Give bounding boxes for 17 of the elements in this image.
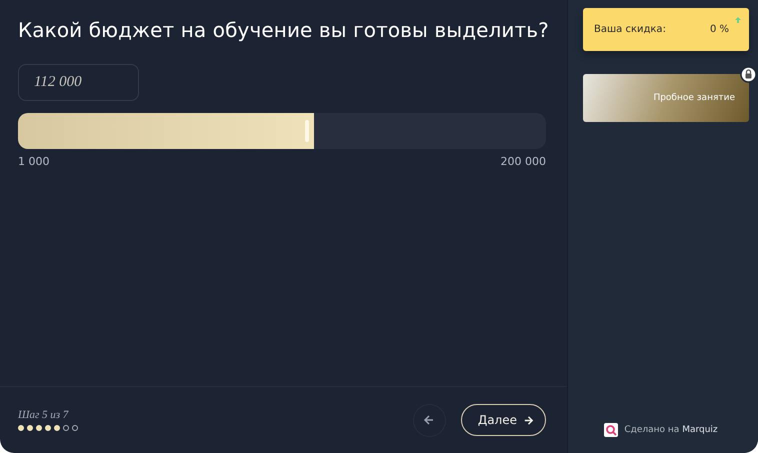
magnifier-logo-icon [604, 423, 618, 437]
slider-max-label: 200 000 [500, 155, 546, 168]
discount-label: Ваша скидка: [594, 24, 666, 35]
discount-value: 0 % [710, 24, 729, 35]
arrow-right-icon [523, 414, 534, 426]
bonus-label: Пробное занятие [653, 93, 735, 103]
next-button[interactable]: Далее [460, 404, 546, 436]
question-title: Какой бюджет на обучение вы готовы выделить? [18, 18, 549, 42]
budget-slider-fill[interactable] [18, 113, 314, 149]
budget-slider-track[interactable] [18, 113, 546, 149]
back-button[interactable] [412, 404, 446, 436]
arrow-left-icon [423, 414, 436, 426]
step-counter: Шаг 5 из 7 [18, 409, 70, 421]
made-with-text: Сделано на Marquiz [624, 425, 718, 435]
slider-min-label: 1 000 [18, 155, 50, 168]
arrow-up-icon [734, 16, 742, 24]
budget-input-field[interactable]: 112 000 [18, 64, 139, 101]
